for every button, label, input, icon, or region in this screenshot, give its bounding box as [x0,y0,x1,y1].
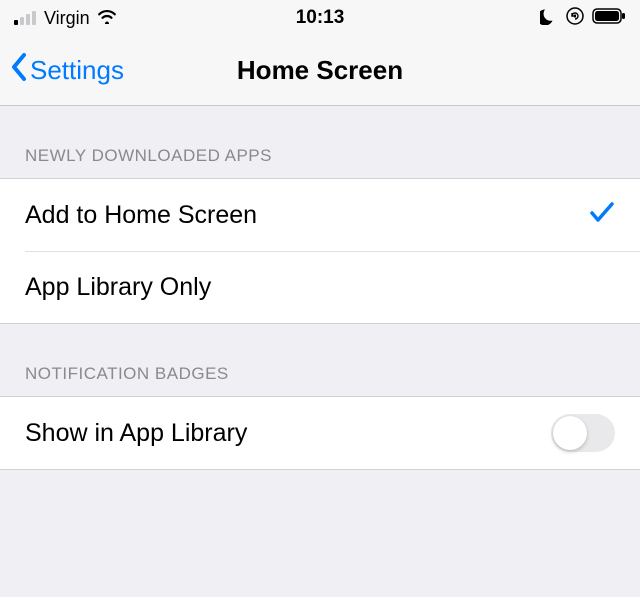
option-label: App Library Only [25,273,211,302]
status-right [540,7,626,30]
chevron-left-icon [10,52,28,89]
back-label: Settings [30,55,124,86]
status-left: Virgin [14,8,118,29]
section-header-newly-downloaded: Newly Downloaded Apps [0,106,640,178]
option-app-library-only[interactable]: App Library Only [25,251,640,323]
setting-label: Show in App Library [25,419,247,448]
page-title: Home Screen [237,55,403,86]
back-button[interactable]: Settings [10,52,124,89]
cell-group-newly-downloaded: Add to Home Screen App Library Only [0,178,640,324]
setting-show-in-app-library: Show in App Library [0,397,640,469]
wifi-icon [96,8,118,29]
cell-group-notification-badges: Show in App Library [0,396,640,470]
carrier-name: Virgin [44,8,90,29]
rotation-lock-icon [566,7,584,30]
battery-icon [592,8,626,29]
toggle-knob [553,416,587,450]
option-add-to-home-screen[interactable]: Add to Home Screen [0,179,640,251]
section-header-notification-badges: Notification Badges [0,324,640,396]
status-time: 10:13 [296,7,345,29]
cellular-signal-icon [14,11,36,25]
navigation-bar: Settings Home Screen [0,36,640,106]
checkmark-icon [589,199,615,232]
status-bar: Virgin 10:13 [0,0,640,36]
toggle-show-in-app-library[interactable] [551,414,615,452]
moon-icon [540,7,558,30]
option-label: Add to Home Screen [25,201,257,230]
